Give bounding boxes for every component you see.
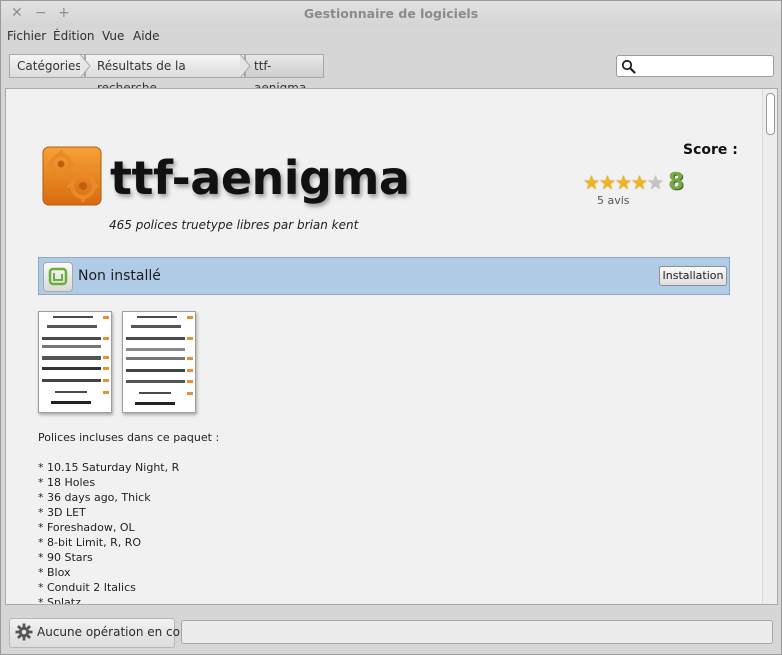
scrollbar-thumb[interactable]: [766, 93, 775, 135]
star-filled-icon: ★: [631, 172, 649, 194]
star-empty-icon: ★: [647, 172, 665, 194]
screenshot-thumbnail[interactable]: [38, 311, 112, 413]
rating-stars: ★★★★★: [583, 172, 665, 194]
menu-fichier[interactable]: Fichier: [7, 29, 46, 43]
screenshot-thumbnail[interactable]: [122, 311, 196, 413]
star-filled-icon: ★: [615, 172, 633, 194]
review-count[interactable]: 5 avis: [597, 194, 630, 207]
window-title: Gestionnaire de logiciels: [303, 6, 479, 21]
progress-field: [181, 620, 773, 644]
breadcrumb-separator-icon: [79, 54, 91, 78]
description-intro: Polices incluses dans ce paquet :: [38, 431, 220, 444]
score-label: Score :: [683, 142, 738, 158]
menu-aide[interactable]: Aide: [133, 29, 160, 43]
package-gears-icon: [42, 146, 102, 206]
search-input[interactable]: [639, 58, 771, 76]
list-item: * Foreshadow, OL: [38, 521, 135, 534]
menu-vue[interactable]: Vue: [102, 29, 124, 43]
list-item: * 18 Holes: [38, 476, 96, 489]
install-button[interactable]: Installation: [659, 266, 727, 286]
menu-bar: Fichier Édition Vue Aide: [1, 27, 781, 46]
list-item: * Conduit 2 Italics: [38, 581, 136, 594]
app-window: ✕ − + Gestionnaire de logiciels Fichier …: [0, 0, 782, 655]
package-summary: 465 polices truetype libres par brian ke…: [109, 218, 359, 232]
breadcrumb-categories[interactable]: Catégories: [9, 54, 85, 78]
breadcrumb-package[interactable]: ttf-aenigma: [245, 54, 324, 95]
menu-edition[interactable]: Édition: [53, 29, 95, 43]
list-item: * Blox: [38, 566, 71, 579]
list-item: * 36 days ago, Thick: [38, 491, 151, 504]
title-bar: ✕ − + Gestionnaire de logiciels: [1, 1, 781, 27]
vertical-scrollbar[interactable]: [762, 89, 777, 604]
status-bar: Aucune opération en cours: [1, 613, 781, 653]
score-value: 8: [668, 169, 685, 195]
package-details: ttf-aenigma 465 polices truetype libres …: [5, 88, 778, 605]
star-filled-icon: ★: [583, 172, 601, 194]
list-item: * 90 Stars: [38, 551, 93, 564]
search-icon: [621, 59, 636, 74]
star-filled-icon: ★: [599, 172, 617, 194]
breadcrumb-search-results[interactable]: Résultats de la recherche: [85, 54, 245, 95]
package-title: ttf-aenigma: [110, 151, 410, 205]
font-list: * 10.15 Saturday Night, R * 18 Holes * 3…: [38, 460, 180, 605]
list-item: * 3D LET: [38, 506, 86, 519]
list-item: * 10.15 Saturday Night, R: [38, 461, 180, 474]
gear-icon: [15, 623, 33, 641]
status-text: Aucune opération en cours: [37, 625, 199, 639]
search-box[interactable]: [616, 55, 774, 77]
mint-logo-icon: [43, 262, 73, 292]
list-item: * Splatz: [38, 596, 81, 605]
breadcrumb-separator-icon: [239, 54, 251, 78]
list-item: * 8-bit Limit, R, RO: [38, 536, 142, 549]
install-status-banner: Non installé Installation: [38, 257, 730, 295]
install-status: Non installé: [78, 268, 161, 284]
